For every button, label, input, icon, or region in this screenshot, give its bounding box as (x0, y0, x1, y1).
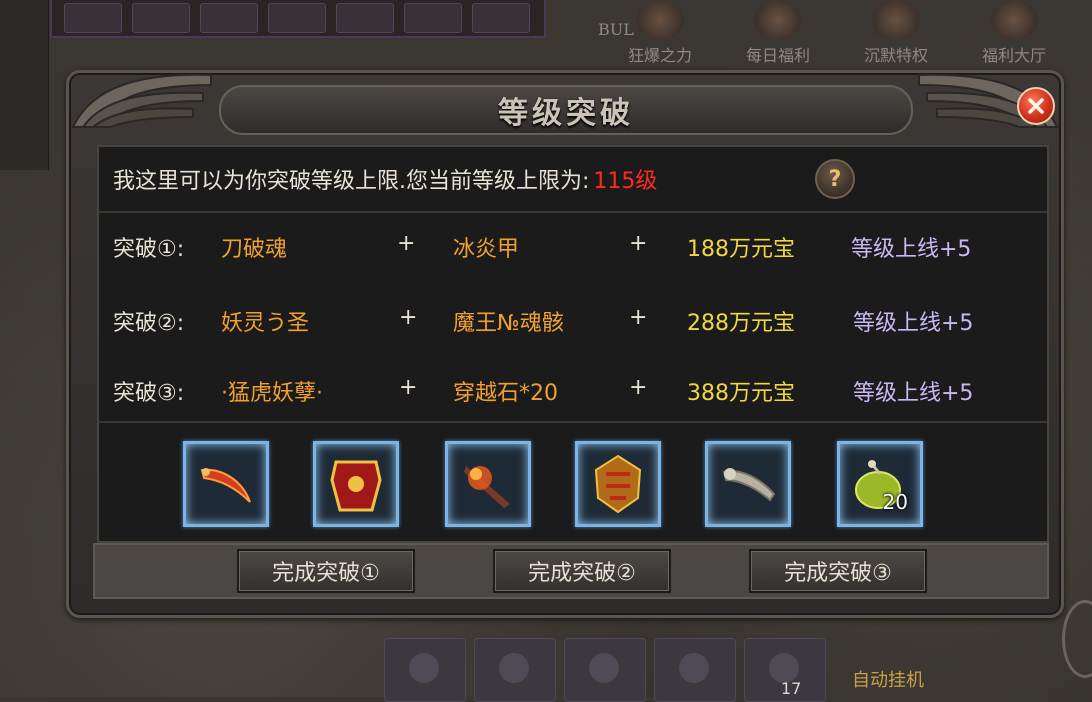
plus-sign: + (629, 231, 648, 256)
level-limit-info: 我这里可以为你突破等级上限.您当前等级上限为: 115级 ? (99, 147, 1047, 213)
action-icon (679, 653, 709, 683)
left-side-panel (0, 0, 49, 170)
skill-slot[interactable] (268, 3, 326, 33)
recipe-label: 突破③: (113, 381, 185, 406)
item-count: 17 (781, 679, 802, 698)
dialog-content: 我这里可以为你突破等级上限.您当前等级上限为: 115级 ? 突破①: 刀破魂 … (97, 145, 1049, 543)
skill-slot[interactable] (336, 3, 394, 33)
skill-slot[interactable] (472, 3, 530, 33)
question-mark-icon: ? (828, 166, 842, 192)
rage-power-icon (636, 0, 684, 40)
recipe-label: 突破②: (113, 311, 185, 336)
action-slot[interactable] (564, 638, 646, 702)
left-wing-ornament (71, 73, 212, 128)
bottom-action-bar: 17 (384, 638, 826, 702)
breakthrough-buttons-bar: 完成突破① 完成突破② 完成突破③ (93, 543, 1049, 599)
privilege-icon (872, 0, 920, 40)
action-icon (409, 653, 439, 683)
plus-sign: + (399, 305, 418, 330)
required-item-2: 穿越石*20 (453, 381, 558, 406)
bone-skull-icon (722, 468, 776, 502)
dialog-title-bar: 等级突破 (219, 85, 913, 135)
action-slot[interactable]: 17 (744, 638, 826, 702)
info-text: 我这里可以为你突破等级上限.您当前等级上限为: (113, 169, 590, 194)
ingot-cost: 188万元宝 (687, 237, 795, 262)
plus-sign: + (397, 231, 416, 256)
item-slot-2[interactable] (313, 441, 399, 527)
recipe-label: 突破①: (113, 237, 185, 262)
feature-rage-power[interactable]: 狂爆之力 (612, 0, 708, 65)
action-icon (499, 653, 529, 683)
feature-silent-privilege[interactable]: 沉默特权 (848, 0, 944, 65)
plus-sign: + (629, 305, 648, 330)
dialog-title: 等级突破 (498, 96, 634, 131)
recipe-row-1: 突破①: 刀破魂 + 冰炎甲 + 188万元宝 等级上线+5 (99, 231, 1047, 271)
item-slot-5[interactable] (705, 441, 791, 527)
required-item-2: 冰炎甲 (453, 237, 520, 262)
armor-icon (330, 460, 382, 512)
demon-armor-icon (594, 454, 642, 514)
close-icon (1028, 98, 1044, 114)
action-icon (589, 653, 619, 683)
ingot-cost: 288万元宝 (687, 311, 795, 336)
ingot-cost: 388万元宝 (687, 381, 795, 406)
skill-slot[interactable] (132, 3, 190, 33)
help-button[interactable]: ? (815, 159, 855, 199)
blade-icon (200, 468, 251, 503)
skill-slot[interactable] (404, 3, 462, 33)
item-slot-4[interactable] (575, 441, 661, 527)
skill-slot[interactable] (64, 3, 122, 33)
complete-breakthrough-2-button[interactable]: 完成突破② (493, 549, 671, 593)
level-reward: 等级上线+5 (851, 237, 972, 262)
top-feature-icons: 狂爆之力 每日福利 沉默特权 福利大厅 (612, 0, 1062, 65)
fire-sword-icon (464, 466, 510, 508)
plus-sign: + (399, 375, 418, 400)
recipe-row-2: 突破②: 妖灵う圣 + 魔王№魂骸 + 288万元宝 等级上线+5 (99, 305, 1047, 345)
plus-sign: + (629, 375, 648, 400)
required-item-1: 妖灵う圣 (221, 311, 310, 336)
breakthrough-recipes: 突破①: 刀破魂 + 冰炎甲 + 188万元宝 等级上线+5 突破②: 妖灵う圣… (99, 213, 1047, 423)
stack-count: 20 (882, 490, 908, 514)
recipe-row-3: 突破③: ·猛虎妖孽· + 穿越石*20 + 388万元宝 等级上线+5 (99, 375, 1047, 415)
action-slot[interactable] (474, 638, 556, 702)
feature-daily-bonus[interactable]: 每日福利 (730, 0, 826, 65)
required-item-2: 魔王№魂骸 (453, 311, 564, 336)
action-slot[interactable] (654, 638, 736, 702)
daily-bonus-icon (754, 0, 802, 40)
complete-breakthrough-1-button[interactable]: 完成突破① (237, 549, 415, 593)
item-slot-3[interactable] (445, 441, 531, 527)
complete-breakthrough-3-button[interactable]: 完成突破③ (749, 549, 927, 593)
top-skill-bar (50, 0, 546, 38)
level-breakthrough-dialog: 等级突破 我这里可以为你突破等级上限.您当前等级上限为: 115级 ? 突破①:… (66, 70, 1064, 618)
required-item-1: 刀破魂 (221, 237, 288, 262)
item-slot-6[interactable]: 20 (837, 441, 923, 527)
required-item-1: ·猛虎妖孽· (221, 381, 323, 406)
close-button[interactable] (1017, 87, 1055, 125)
action-slot[interactable] (384, 638, 466, 702)
feature-welfare-hall[interactable]: 福利大厅 (966, 0, 1062, 65)
skill-slot[interactable] (200, 3, 258, 33)
item-slot-1[interactable] (183, 441, 269, 527)
level-reward: 等级上线+5 (853, 311, 974, 336)
auto-play-button[interactable]: 自动挂机 (852, 666, 924, 692)
level-reward: 等级上线+5 (853, 381, 974, 406)
welfare-hall-icon (990, 0, 1038, 40)
item-slots: 20 (99, 423, 1047, 541)
current-level-limit: 115级 (593, 169, 658, 194)
